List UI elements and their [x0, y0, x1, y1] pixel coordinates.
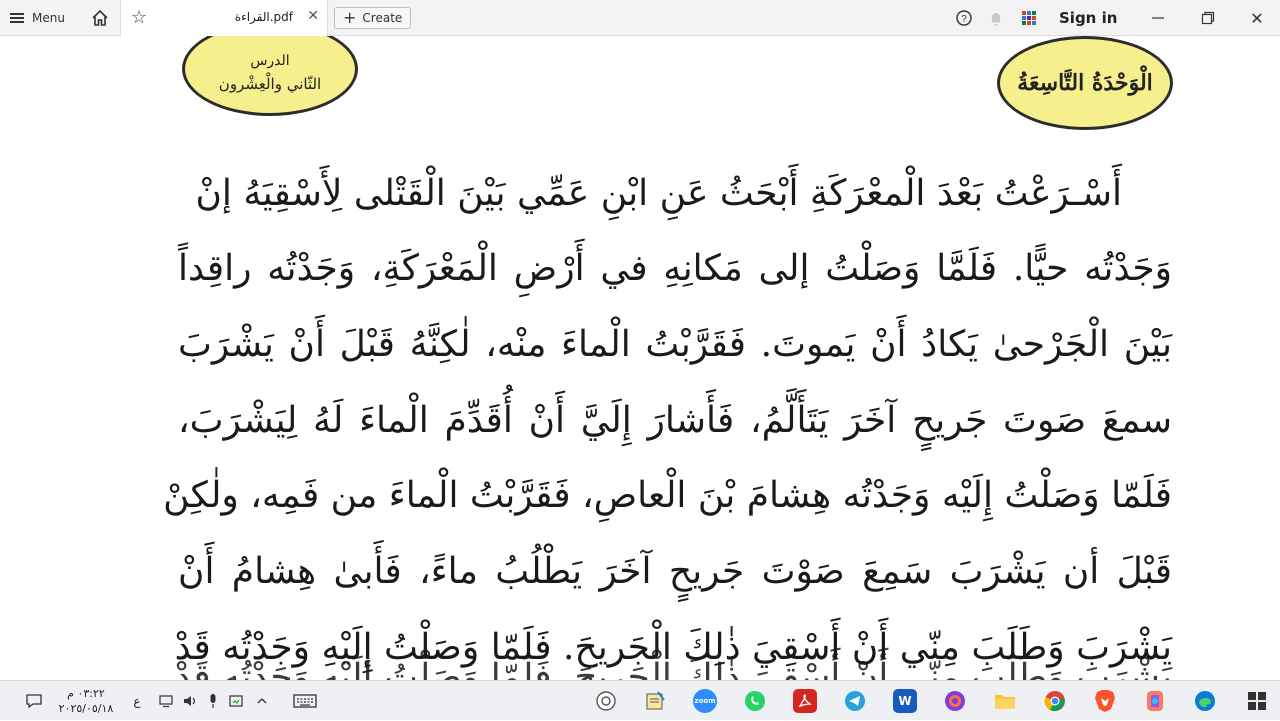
taskbar-app-brave[interactable]: [1090, 681, 1120, 721]
lesson-badge-number: الثّاني والْعِشْرون: [218, 75, 322, 93]
create-label: Create: [362, 11, 403, 25]
whatsapp-icon: [745, 691, 765, 711]
notifications-button[interactable]: [987, 0, 1005, 36]
notification-center-button[interactable]: [22, 681, 46, 721]
pdf-page[interactable]: الدرس الثّاني والْعِشْرون الْوَحْدَةُ ال…: [0, 36, 1280, 680]
hamburger-icon: [10, 13, 24, 23]
text-line: بَيْنَ الْجَرْحىٰ يَكادُ أَنْ يَموتَ. فَ…: [178, 324, 1172, 365]
brave-lion-icon: [1095, 690, 1115, 712]
text-line: يَشْرَبَ وَطَلَبَ مِنّي أَنْ أَسْقِيَ ذٰ…: [174, 657, 1172, 680]
chevron-up-icon: [257, 698, 267, 704]
home-button[interactable]: [88, 0, 112, 36]
sign-in-button[interactable]: Sign in: [1059, 0, 1117, 36]
keyboard-button[interactable]: [290, 681, 320, 721]
taskbar: ٠٣:٢٢ م ٢٠٢٥/٠٥/١٨ ع zoom W: [0, 680, 1280, 720]
taskbar-app-phone[interactable]: [591, 681, 621, 721]
start-button[interactable]: [1244, 681, 1270, 721]
menu-label: Menu: [32, 11, 65, 25]
lesson-badge-title: الدرس: [250, 53, 290, 69]
microphone-icon: [210, 694, 216, 708]
taskbar-app-edge[interactable]: [1190, 681, 1220, 721]
tab-title: القراءة.pdf: [234, 10, 293, 24]
telegram-icon: [845, 691, 865, 711]
word-icon: W: [893, 689, 917, 713]
taskbar-app-copilot[interactable]: [1140, 681, 1170, 721]
clock-time: ٠٣:٢٢ م: [67, 687, 105, 700]
clock-date: ٢٠٢٥/٠٥/١٨: [58, 702, 114, 715]
taskbar-app-telegram[interactable]: [840, 681, 870, 721]
speaker-icon: [184, 696, 195, 706]
taskbar-app-zoom[interactable]: zoom: [690, 681, 720, 721]
create-button[interactable]: + Create: [334, 7, 412, 29]
restore-icon: [1201, 11, 1215, 25]
bell-icon: [991, 13, 1001, 26]
volume-button[interactable]: [180, 681, 200, 721]
phone-icon: [596, 691, 616, 711]
microphone-button[interactable]: [203, 681, 223, 721]
app-toolbar: Menu ☆ القراءة.pdf ✕ + Create ? Sign in …: [0, 0, 1280, 36]
taskbar-app-file-explorer[interactable]: [990, 681, 1020, 721]
close-tab-icon[interactable]: ✕: [307, 8, 319, 24]
star-icon[interactable]: ☆: [131, 7, 147, 28]
apps-button[interactable]: [1020, 0, 1038, 36]
show-hidden-icons-button[interactable]: [252, 681, 272, 721]
chat-bubble-icon: [26, 694, 42, 709]
input-language[interactable]: ع: [130, 681, 144, 721]
minimize-icon: [1152, 17, 1164, 19]
maximize-button[interactable]: [1196, 0, 1220, 36]
unit-badge: الْوَحْدَةُ التَّاسِعَةُ: [997, 36, 1173, 130]
taskbar-app-chrome[interactable]: [1040, 681, 1070, 721]
document-tab[interactable]: ☆ القراءة.pdf ✕: [120, 0, 328, 36]
keyboard-icon: [293, 694, 317, 708]
folder-icon: [995, 695, 1015, 709]
plus-icon: +: [343, 8, 357, 27]
unit-badge-title: الْوَحْدَةُ التَّاسِعَةُ: [1017, 70, 1153, 96]
taskbar-app-notes[interactable]: [640, 681, 670, 721]
text-line: أَسْـرَعْتُ بَعْدَ الْمعْرَكَةِ أَبْحَثُ…: [195, 173, 1122, 214]
text-line: سمعَ صَوتَ جَريحٍ آخَرَ يَتَأَلَّمُ، فَأ…: [178, 400, 1172, 441]
edge-icon: [1195, 691, 1215, 711]
taskbar-app-firefox[interactable]: [940, 681, 970, 721]
onedrive-button[interactable]: [226, 681, 246, 721]
minimize-button[interactable]: [1146, 0, 1170, 36]
text-line: قَبْلَ أن يَشْرَبَ سَمِعَ صَوْتَ جَريحٍ …: [178, 551, 1172, 592]
network-button[interactable]: [156, 681, 176, 721]
lesson-badge: الدرس الثّاني والْعِشْرون: [182, 36, 358, 116]
svg-text:?: ?: [961, 14, 967, 25]
close-window-button[interactable]: ✕: [1245, 0, 1269, 36]
text-line: وَجَدْتُه حيًّا. فَلَمَّا وَصَلْتُ إلى م…: [178, 248, 1172, 289]
home-icon: [92, 9, 108, 26]
firefox-icon: [945, 691, 965, 711]
chrome-icon: [1044, 691, 1065, 712]
notepad-icon: [646, 691, 665, 710]
apps-grid-icon: [1022, 11, 1036, 25]
taskbar-app-whatsapp[interactable]: [740, 681, 770, 721]
windows-logo-icon: [1248, 692, 1266, 710]
text-line: فَلَمّا وَصَلْتُ إِلَيْه وَجَدْتُه هِشام…: [163, 475, 1172, 516]
monitor-icon: [159, 695, 173, 708]
help-icon: ?: [956, 10, 972, 26]
copilot-icon: [1147, 691, 1163, 711]
zoom-icon: zoom: [693, 689, 717, 713]
taskbar-app-word[interactable]: W: [890, 681, 920, 721]
help-button[interactable]: ?: [955, 0, 973, 36]
clock[interactable]: ٠٣:٢٢ م ٢٠٢٥/٠٥/١٨: [56, 681, 116, 721]
close-icon: ✕: [1250, 8, 1264, 28]
screen-capture-icon: [229, 695, 243, 707]
menu-button[interactable]: Menu: [10, 0, 65, 36]
taskbar-app-acrobat[interactable]: [790, 681, 820, 721]
acrobat-icon: [793, 689, 817, 713]
